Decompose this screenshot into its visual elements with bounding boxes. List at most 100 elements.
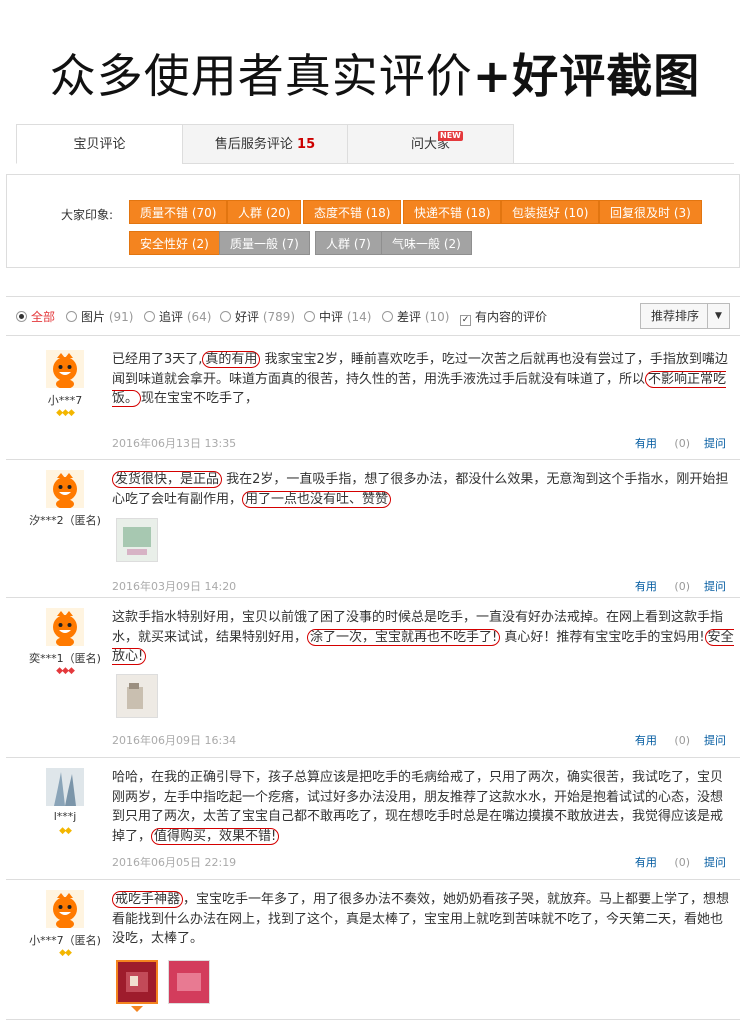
- review-photo-thumbnail[interactable]: [168, 960, 210, 1004]
- review-item: 汐***2（匿名) 发货很快，是正品 我在2岁，一直吸手指，想了很多办法，都没什…: [6, 460, 740, 598]
- review-text: 已经用了3天了, 真的有用 我家宝宝2岁，睡前喜欢吃手，吃过一次苦之后就再也没有尝…: [112, 351, 728, 407]
- review-item: l***j ◆◆ 哈哈，在我的正确引导下，孩子总算应该是把吃手的毛病给戒了，只用…: [6, 758, 740, 880]
- review-photo-thumbnail[interactable]: [116, 518, 158, 562]
- filter-count: (91): [108, 310, 134, 324]
- filter-count: (10): [424, 310, 450, 324]
- filter-label: 好评: [235, 310, 260, 324]
- review-photo-thumbnail-selected[interactable]: [116, 960, 158, 1004]
- tab-item-reviews[interactable]: 宝贝评论: [16, 124, 183, 164]
- review-actions: 有用 (0) 提问: [635, 732, 726, 748]
- impression-tag[interactable]: 包装挺好 (10): [501, 200, 600, 224]
- user-avatar: [46, 608, 84, 646]
- impression-tag[interactable]: 质量一般 (7): [219, 231, 310, 255]
- review-photo-thumbnail[interactable]: [116, 674, 158, 718]
- impression-tag[interactable]: 质量不错 (70): [129, 200, 228, 224]
- filter-count: (789): [262, 310, 296, 324]
- ask-link[interactable]: 提问: [704, 856, 726, 869]
- new-badge: NEW: [438, 131, 463, 141]
- ask-link[interactable]: 提问: [704, 580, 726, 593]
- photo-image: [117, 675, 157, 717]
- chevron-down-icon: ▼: [707, 304, 729, 328]
- radio-icon: [66, 311, 77, 322]
- radio-icon: [382, 311, 393, 322]
- review-date: 2016年06月05日 22:19: [112, 856, 237, 869]
- level-gem-icon: ◆◆: [59, 948, 72, 958]
- review-actions: 有用 (0) 提问: [635, 854, 726, 870]
- review-text: 哈哈，在我的正确引导下，孩子总算应该是把吃手的毛病给戒了，只用了两次，确实很苦，…: [112, 770, 724, 845]
- radio-icon: [16, 311, 27, 322]
- user-avatar: [46, 470, 84, 508]
- reviewer-name: l***j: [53, 810, 77, 823]
- tab-ask-everyone[interactable]: 问大家 NEW: [347, 124, 514, 164]
- ask-link[interactable]: 提问: [704, 734, 726, 747]
- reviewer-name: 汐***2（匿名): [29, 514, 101, 527]
- filter-has-content[interactable]: ✓ 有内容的评价: [460, 308, 547, 326]
- filter-label: 中评: [319, 310, 344, 324]
- sort-dropdown[interactable]: 推荐排序 ▼: [640, 303, 730, 329]
- banner-text: 众多使用者真实评价: [49, 49, 473, 103]
- filter-neutral[interactable]: 中评 (14): [304, 308, 371, 325]
- tab-count: 15: [297, 137, 316, 152]
- useful-link[interactable]: 有用 (0): [635, 437, 690, 450]
- filter-followup[interactable]: 追评 (64): [144, 308, 211, 325]
- tab-after-sales-reviews[interactable]: 售后服务评论 15: [182, 124, 348, 164]
- filter-count: (14): [346, 310, 372, 324]
- highlight-mark: 值得购买，效果不错!: [151, 827, 280, 845]
- filter-label: 图片: [81, 310, 106, 324]
- sort-label: 推荐排序: [651, 309, 700, 323]
- review-filter-bar: 全部 图片 (91) 追评 (64) 好评 (789) 中评 (14) 差评 (…: [6, 296, 740, 336]
- user-avatar: [46, 890, 84, 928]
- useful-link[interactable]: 有用 (0): [635, 580, 690, 593]
- impression-tag[interactable]: 态度不错 (18): [303, 200, 402, 224]
- highlight-mark: 用了一点也没有吐、赞赞: [242, 490, 392, 508]
- impression-tag[interactable]: 快递不错 (18): [403, 200, 502, 224]
- review-actions: 有用 (0) 提问: [635, 435, 726, 451]
- photo-image: [118, 962, 156, 1002]
- filter-label: 差评: [397, 310, 422, 324]
- checkbox-checked-icon: ✓: [460, 315, 471, 326]
- impression-tag[interactable]: 回复很及时 (3): [599, 200, 702, 224]
- tab-label: 宝贝评论: [73, 137, 126, 152]
- highlight-mark: 发货很快，是正品: [112, 471, 223, 488]
- level-gem-icon: ◆◆: [59, 826, 72, 836]
- review-item: 小***7 ◆◆◆ 已经用了3天了, 真的有用 我家宝宝2岁，睡前喜欢吃手，吃过一…: [6, 340, 740, 460]
- radio-icon: [220, 311, 231, 322]
- highlight-mark: 真的有用: [202, 351, 261, 368]
- review-text: 戒吃手神器 ，宝宝吃手一年多了，用了很多办法不奏效，她奶奶看孩子哭，就放弃。马上都…: [112, 891, 730, 946]
- review-text: 这款手指水特别好用，宝贝以前饿了困了没事的时候总是吃手，一直没有好办法戒掉。在网…: [112, 610, 734, 665]
- impressions-label: 大家印象:: [61, 208, 114, 222]
- level-gem-icon: ◆◆◆: [56, 666, 75, 676]
- user-avatar: [46, 350, 84, 388]
- review-date: 2016年06月13日 13:35: [112, 437, 237, 450]
- filter-label: 全部: [31, 310, 56, 324]
- useful-link[interactable]: 有用 (0): [635, 734, 690, 747]
- impression-tag[interactable]: 人群 (20): [227, 200, 302, 224]
- ask-link[interactable]: 提问: [704, 437, 726, 450]
- tab-label: 售后服务评论: [214, 137, 293, 152]
- photo-image: [117, 519, 157, 561]
- review-date: 2016年06月09日 16:34: [112, 734, 237, 747]
- review-actions: 有用 (0) 提问: [635, 578, 726, 594]
- review-tabs: 宝贝评论 售后服务评论 15 问大家 NEW: [16, 124, 734, 164]
- useful-link[interactable]: 有用 (0): [635, 856, 690, 869]
- impression-tag[interactable]: 安全性好 (2): [129, 231, 220, 255]
- impression-tag[interactable]: 人群 (7): [315, 231, 382, 255]
- page-banner-title: 众多使用者真实评价+好评截图: [0, 40, 750, 106]
- user-avatar: [46, 768, 84, 806]
- radio-icon: [304, 311, 315, 322]
- reviewer-name: 小***7（匿名): [29, 934, 101, 947]
- filter-label: 有内容的评价: [475, 310, 548, 324]
- filter-label: 追评: [159, 310, 184, 324]
- reviewer-name: 小***7: [47, 394, 83, 407]
- impressions-panel: 大家印象: 质量不错 (70) 人群 (20) 态度不错 (18) 快递不错 (…: [6, 174, 740, 268]
- filter-images[interactable]: 图片 (91): [66, 308, 133, 325]
- filter-negative[interactable]: 差评 (10): [382, 308, 449, 325]
- review-text: 发货很快，是正品 我在2岁，一直吸手指，想了很多办法，都没什么效果，无意淘到这个…: [112, 471, 729, 508]
- impression-tag[interactable]: 气味一般 (2): [381, 231, 472, 255]
- banner-bold-text: +好评截图: [472, 49, 701, 103]
- filter-positive[interactable]: 好评 (789): [220, 308, 295, 325]
- filter-all[interactable]: 全部: [16, 308, 55, 325]
- photo-image: [169, 961, 209, 1003]
- filter-count: (64): [186, 310, 212, 324]
- review-date: 2016年03月09日 14:20: [112, 580, 237, 593]
